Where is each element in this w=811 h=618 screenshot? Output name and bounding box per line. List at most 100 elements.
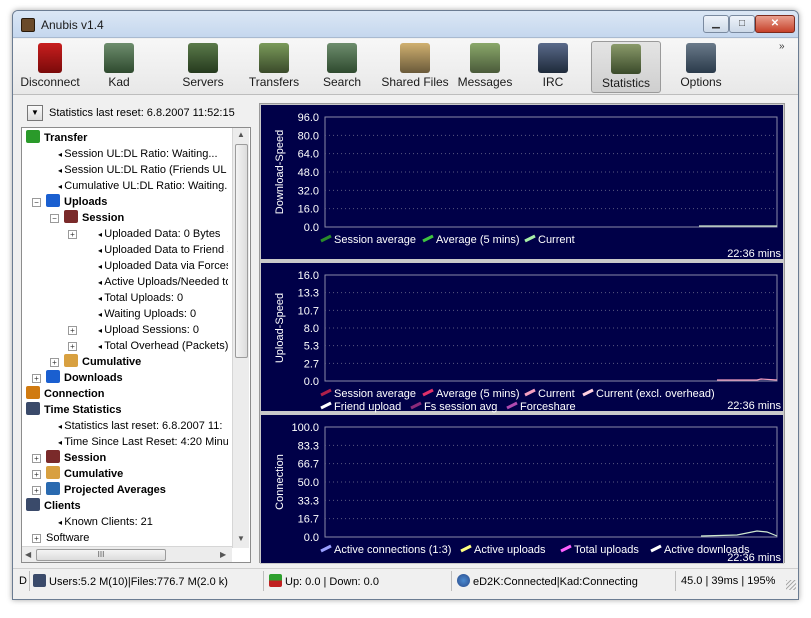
tree-node[interactable]: ◂ Time Since Last Reset: 4:20 Minut (58, 434, 228, 450)
tree-node-label: Session (64, 452, 107, 464)
tree-node[interactable]: ◂ Total Uploads: 0 (98, 290, 228, 306)
legend-label: Forceshare (520, 401, 576, 413)
tree-horizontal-scrollbar[interactable]: ◀ III ▶ (22, 546, 232, 562)
tree-node[interactable]: Clients (26, 498, 228, 514)
tree-node[interactable]: Cumulative (64, 354, 228, 370)
tree-node[interactable]: ◂ Upload Sessions: 0 (98, 322, 228, 338)
reset-dropdown-button[interactable]: ▼ (27, 105, 43, 121)
scroll-down-arrow-icon[interactable]: ▼ (237, 534, 245, 543)
cumulative-icon (46, 466, 60, 479)
toolbar-options-button[interactable]: Options (675, 41, 727, 93)
reset-label: Statistics last reset: 6.8.2007 11:52:15 (49, 107, 235, 119)
graph-panel-3[interactable]: 100.0 83.3 66.7 50.0 33.3 16.7 0.0 Connection Ac… (260, 414, 784, 564)
tree-node[interactable]: ◂ Session UL:DL Ratio: Waiting... (58, 146, 228, 162)
main-toolbar: Disconnect Kad Servers Transfers Search … (13, 39, 798, 95)
y-tick-label: 33.3 (298, 495, 319, 507)
tree-vertical-scroll-thumb[interactable] (235, 144, 248, 358)
tree-node[interactable]: Cumulative (46, 466, 228, 482)
tree-node[interactable]: ◂ Statistics last reset: 6.8.2007 11: (58, 418, 228, 434)
expand-toggle[interactable]: + (68, 230, 77, 239)
toolbar-transfers-button[interactable]: Transfers (245, 41, 303, 93)
status-users-text: Users:5.2 M(10)|Files:776.7 M(2.0 k) (49, 576, 228, 588)
toolbar-irc-button[interactable]: IRC (531, 41, 575, 93)
tree-node[interactable]: Uploads (46, 194, 228, 210)
tree-node[interactable]: Projected Averages (46, 482, 228, 498)
cumulative-icon (64, 354, 78, 367)
scroll-up-arrow-icon[interactable]: ▲ (237, 130, 245, 139)
tree-node[interactable]: Session (46, 450, 228, 466)
expand-toggle[interactable]: + (32, 534, 41, 543)
close-button[interactable]: ✕ (755, 15, 795, 33)
expand-toggle[interactable]: + (68, 342, 77, 351)
tree-node-label: Session (82, 212, 125, 224)
tree-node[interactable]: ◂ Cumulative UL:DL Ratio: Waiting... (58, 178, 228, 194)
collapse-toggle[interactable]: − (32, 198, 41, 207)
expand-toggle[interactable]: + (32, 454, 41, 463)
statistics-tree[interactable]: Transfer ◂ Session UL:DL Ratio: Waiting..… (21, 127, 251, 563)
y-tick-label: 66.7 (298, 459, 319, 471)
expand-toggle[interactable]: + (68, 326, 77, 335)
network-status-icon (457, 574, 470, 587)
y-tick-label: 5.3 (304, 341, 319, 353)
toolbar-statistics-button[interactable]: Statistics (591, 41, 661, 93)
legend-swatch (320, 388, 332, 397)
graph-panel-2[interactable]: 16.0 13.3 10.7 8.0 5.3 2.7 0.0 Upload-Speed Sess… (260, 262, 784, 413)
tree-node-label: Time Since Last Reset: 4:20 Minut (64, 436, 228, 448)
tree-vertical-scrollbar[interactable]: ▲ ▼ (232, 128, 249, 548)
toolbar-servers-button[interactable]: Servers (177, 41, 229, 93)
toolbar-disconnect-button[interactable]: Disconnect (17, 41, 83, 93)
tree-node[interactable]: ◂ Active Uploads/Needed to (98, 274, 228, 290)
tree-horizontal-scroll-thumb[interactable]: III (36, 549, 166, 561)
collapse-toggle[interactable]: − (50, 214, 59, 223)
disconnect-icon (38, 43, 62, 73)
tree-node[interactable]: ◂ Uploaded Data via Forces (98, 258, 228, 274)
app-icon[interactable] (21, 18, 35, 32)
graphs-area: 96.0 80.0 64.0 48.0 32.0 16.0 0.0 Download-Spee… (259, 103, 785, 564)
resize-grip[interactable] (786, 580, 796, 590)
tree-node-label: Active Uploads/Needed to (104, 276, 228, 288)
y-tick-label: 16.0 (298, 204, 319, 216)
tree-node[interactable]: ◂ Session UL:DL Ratio (Friends UL e (58, 162, 228, 178)
y-tick-label: 48.0 (298, 167, 319, 179)
tree-node[interactable]: Time Statistics (26, 402, 228, 418)
tree-node-label: Upload Sessions: 0 (104, 324, 200, 336)
tree-node[interactable]: ◂ Uploaded Data to Friend S (98, 242, 228, 258)
shared-files-icon (400, 43, 430, 73)
toolbar-shared-files-button[interactable]: Shared Files (379, 41, 451, 93)
minimize-button[interactable]: ▁ (703, 15, 729, 33)
legend-label: Session average (334, 388, 416, 400)
expand-toggle[interactable]: + (32, 486, 41, 495)
y-axis-label: Upload-Speed (274, 293, 286, 363)
toolbar-search-button[interactable]: Search (319, 41, 365, 93)
expand-toggle[interactable]: + (32, 374, 41, 383)
toolbar-overflow-chevron[interactable]: » (779, 41, 785, 52)
scroll-right-arrow-icon[interactable]: ▶ (220, 550, 226, 559)
expand-toggle[interactable]: + (50, 358, 59, 367)
current-trace (700, 530, 778, 537)
y-tick-label: 13.3 (298, 288, 319, 300)
legend-label: Fs session avg (424, 401, 497, 413)
y-tick-label: 96.0 (298, 112, 319, 124)
tree-node[interactable]: Session (64, 210, 228, 226)
tree-node[interactable]: ◂ Total Overhead (Packets) (98, 338, 228, 354)
legend-swatch (506, 401, 518, 410)
maximize-button[interactable]: □ (729, 15, 755, 33)
scroll-left-arrow-icon[interactable]: ◀ (25, 550, 31, 559)
graph-panel-1[interactable]: 96.0 80.0 64.0 48.0 32.0 16.0 0.0 Download-Spee… (260, 104, 784, 260)
legend-label: Session average (334, 234, 416, 246)
y-tick-label: 83.3 (298, 440, 319, 452)
tree-node[interactable]: Downloads (46, 370, 228, 386)
tree-node[interactable]: ◂ Waiting Uploads: 0 (98, 306, 228, 322)
options-icon (686, 43, 716, 73)
tree-node[interactable]: Connection (26, 386, 228, 402)
toolbar-kad-button[interactable]: Kad (97, 41, 141, 93)
tree-node[interactable]: Software (46, 530, 228, 546)
tree-node[interactable]: ◂ Known Clients: 21 (58, 514, 228, 530)
session-icon (64, 210, 78, 223)
toolbar-messages-button[interactable]: Messages (455, 41, 515, 93)
title-bar[interactable]: Anubis v1.4 ▁ □ ✕ (13, 11, 798, 38)
tree-node[interactable]: Transfer (26, 130, 228, 146)
expand-toggle[interactable]: + (32, 470, 41, 479)
y-tick-label: 0.0 (304, 222, 319, 234)
tree-node[interactable]: ◂ Uploaded Data: 0 Bytes (98, 226, 228, 242)
